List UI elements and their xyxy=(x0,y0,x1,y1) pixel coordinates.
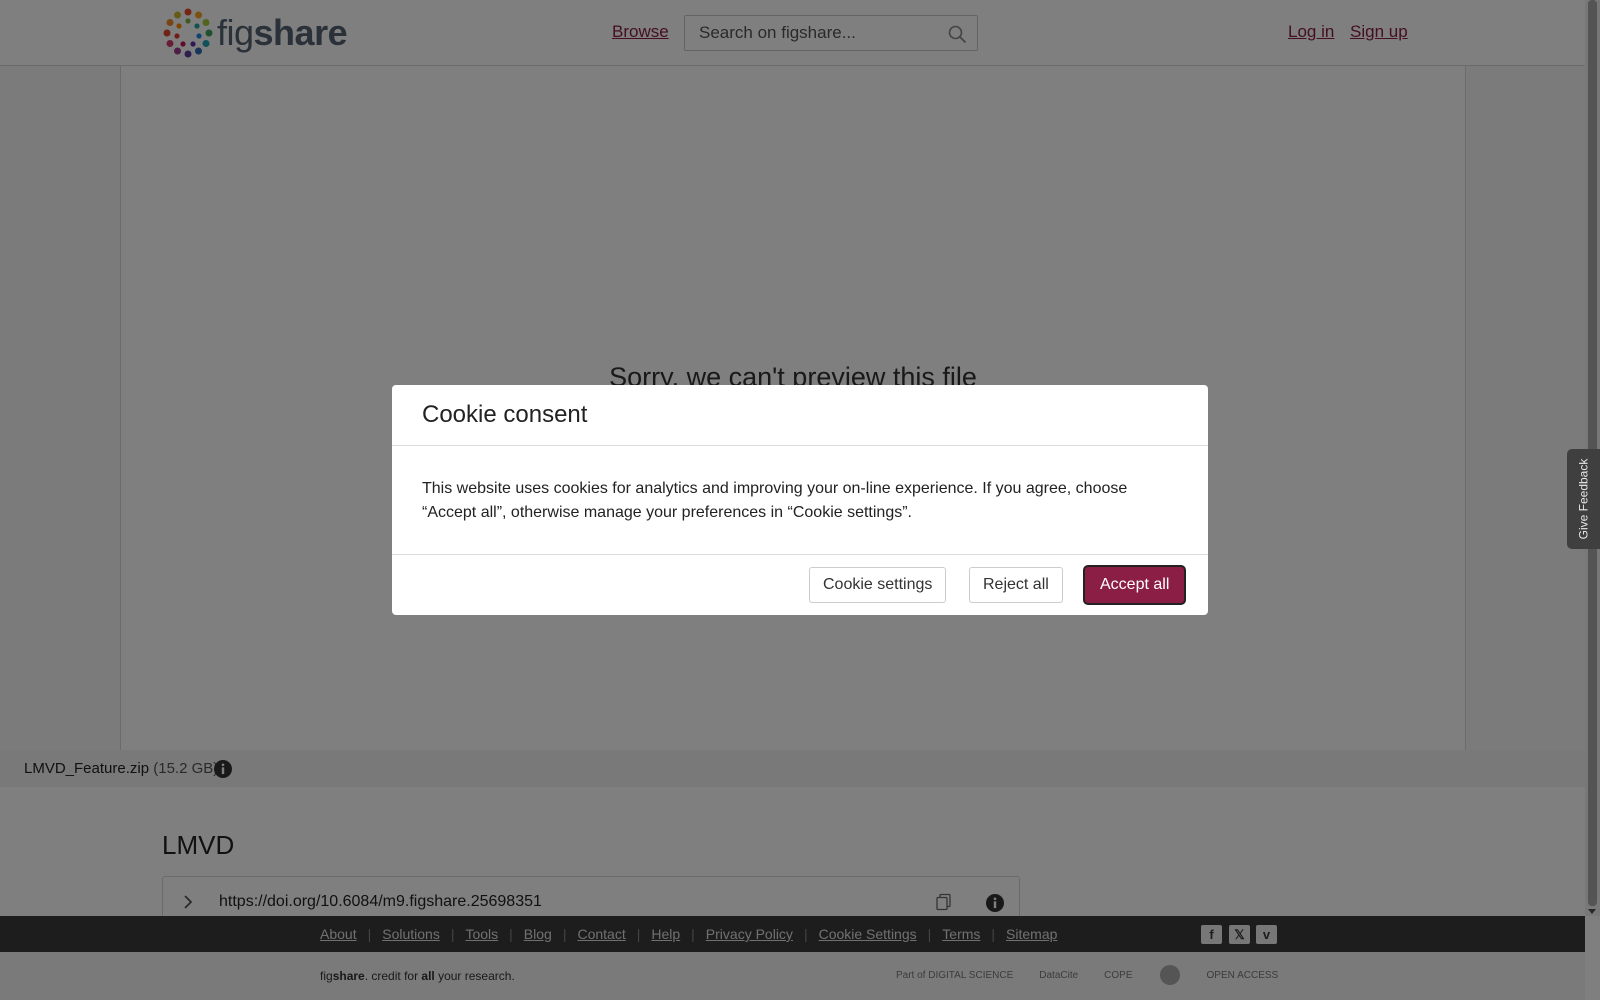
give-feedback-tab[interactable]: Give Feedback xyxy=(1567,449,1600,549)
give-feedback-label: Give Feedback xyxy=(1576,458,1591,540)
cookie-settings-button[interactable]: Cookie settings xyxy=(809,567,947,603)
cookie-consent-dialog: Cookie consent This website uses cookies… xyxy=(392,385,1208,615)
reject-all-button[interactable]: Reject all xyxy=(969,567,1063,603)
divider xyxy=(392,554,1208,555)
cookie-dialog-title: Cookie consent xyxy=(422,401,588,428)
divider xyxy=(392,445,1208,446)
accept-all-button[interactable]: Accept all xyxy=(1085,567,1185,603)
cookie-dialog-body: This website uses cookies for analytics … xyxy=(422,480,1128,521)
